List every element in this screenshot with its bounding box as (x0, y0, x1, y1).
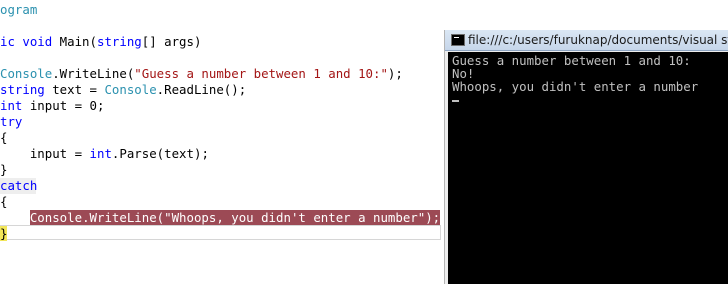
code-line-breakpoint: Console.WriteLine("Whoops, you didn't en… (0, 210, 441, 226)
code-line: { (0, 130, 8, 145)
code-line: ic void Main(string[] args) (0, 34, 202, 49)
code-line: } (0, 226, 8, 242)
console-output-area[interactable]: Guess a number between 1 and 10: No! Who… (448, 52, 728, 284)
code-line: ogram (0, 2, 38, 17)
code-line: try (0, 114, 23, 129)
console-cursor (452, 100, 459, 102)
code-line: input = int.Parse(text); (0, 146, 209, 161)
console-line: Whoops, you didn't enter a number (452, 79, 699, 94)
console-app-icon (451, 34, 465, 46)
code-line: string text = Console.ReadLine(); (0, 82, 247, 97)
brace-match-highlight: } (0, 226, 8, 241)
code-line: int input = 0; (0, 98, 105, 113)
code-line: Console.WriteLine("Guess a number betwee… (0, 66, 403, 81)
console-title: file:///c:/users/furuknap/documents/visu… (468, 33, 728, 47)
code-line: } (0, 162, 8, 177)
current-line-indicator (0, 225, 441, 240)
breakpoint-highlight: Console.WriteLine("Whoops, you didn't en… (29, 210, 441, 225)
console-line: Guess a number between 1 and 10: (452, 53, 691, 68)
code-line: catch (0, 178, 38, 193)
console-window[interactable]: file:///c:/users/furuknap/documents/visu… (444, 30, 728, 284)
console-title-bar[interactable]: file:///c:/users/furuknap/documents/visu… (445, 30, 728, 51)
code-line: { (0, 194, 8, 209)
